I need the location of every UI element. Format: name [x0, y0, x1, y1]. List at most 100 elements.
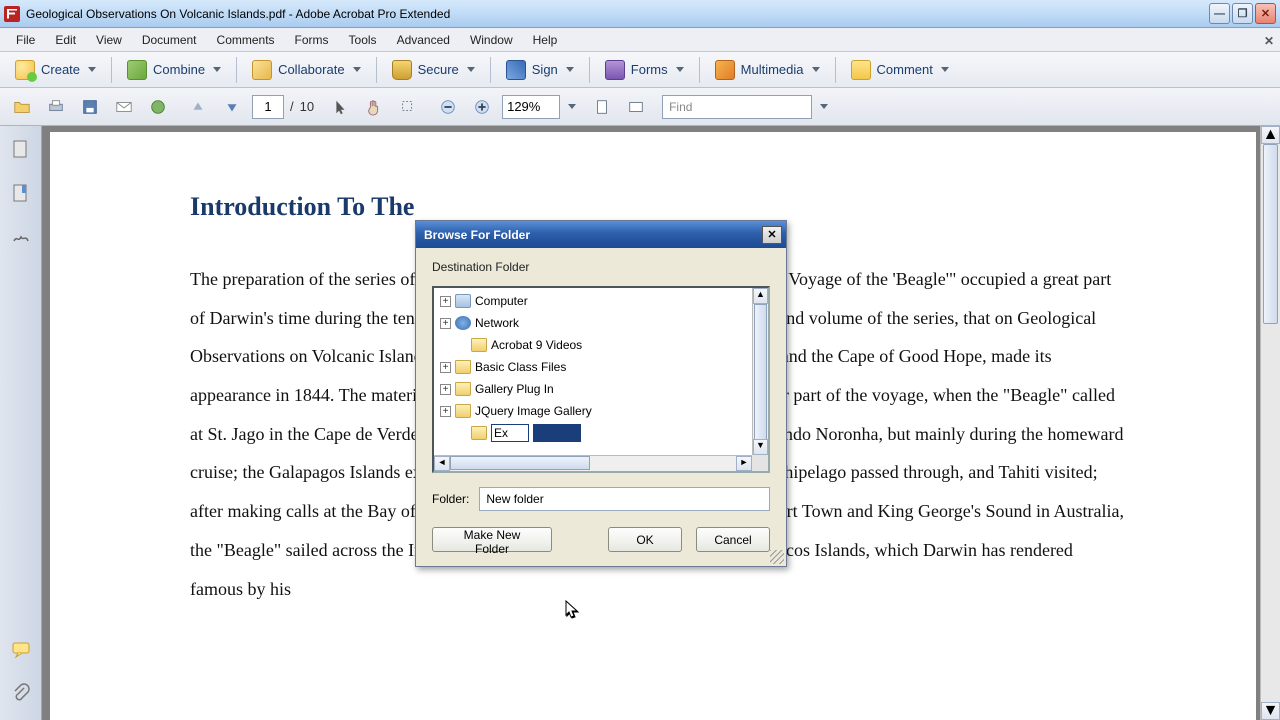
tree-vertical-scrollbar[interactable]: ▲▼ — [752, 288, 768, 455]
menu-view[interactable]: View — [86, 30, 132, 50]
expand-icon[interactable]: + — [440, 384, 451, 395]
hand-tool[interactable] — [360, 93, 388, 121]
tree-item-folder[interactable]: Acrobat 9 Videos — [434, 334, 752, 356]
page-number-input[interactable] — [252, 95, 284, 119]
dialog-titlebar[interactable]: Browse For Folder ✕ — [416, 221, 786, 248]
computer-icon — [455, 294, 471, 308]
expand-icon[interactable]: + — [440, 362, 451, 373]
tree-item-folder[interactable]: +JQuery Image Gallery — [434, 400, 752, 422]
tree-item-network[interactable]: +Network — [434, 312, 752, 334]
menu-comments[interactable]: Comments — [207, 30, 285, 50]
comment-button[interactable]: Comment — [842, 56, 958, 84]
menubar: File Edit View Document Comments Forms T… — [0, 28, 1280, 52]
make-new-folder-button[interactable]: Make New Folder — [432, 527, 552, 552]
tree-item-new-folder[interactable] — [434, 422, 752, 444]
folder-rename-input[interactable] — [491, 424, 529, 442]
zoom-caret-icon[interactable] — [568, 104, 576, 109]
pages-panel-button[interactable] — [8, 136, 34, 162]
forms-label: Forms — [631, 62, 668, 77]
find-input[interactable]: Find — [662, 95, 812, 119]
minimize-button[interactable]: — — [1209, 3, 1230, 24]
folder-icon — [471, 338, 487, 352]
tree-item-folder[interactable]: +Gallery Plug In — [434, 378, 752, 400]
menu-document[interactable]: Document — [132, 30, 207, 50]
signatures-panel-button[interactable] — [8, 224, 34, 250]
web-button[interactable] — [144, 93, 172, 121]
scroll-up-button[interactable]: ▲ — [1261, 126, 1280, 144]
page-total: 10 — [300, 99, 314, 114]
create-label: Create — [41, 62, 80, 77]
combine-button[interactable]: Combine — [118, 56, 230, 84]
folder-icon — [471, 426, 487, 440]
caret-icon — [812, 67, 820, 72]
resize-grip[interactable] — [770, 550, 784, 564]
tree-item-folder[interactable]: +Basic Class Files — [434, 356, 752, 378]
secure-button[interactable]: Secure — [383, 56, 484, 84]
scroll-thumb[interactable] — [1263, 144, 1278, 324]
page-down-button[interactable] — [218, 93, 246, 121]
menu-tools[interactable]: Tools — [339, 30, 387, 50]
menu-help[interactable]: Help — [523, 30, 568, 50]
sign-button[interactable]: Sign — [497, 56, 583, 84]
doc-close-button[interactable]: ✕ — [1254, 31, 1274, 49]
comment-label: Comment — [877, 62, 933, 77]
attachments-panel-button[interactable] — [8, 680, 34, 706]
pen-icon — [506, 60, 526, 80]
find-caret-icon[interactable] — [820, 104, 828, 109]
multimedia-button[interactable]: Multimedia — [706, 56, 829, 84]
forms-icon — [605, 60, 625, 80]
tree-horizontal-scrollbar[interactable]: ◄► — [434, 455, 752, 471]
scroll-down-button[interactable]: ▼ — [1261, 702, 1280, 720]
create-button[interactable]: Create — [6, 56, 105, 84]
vertical-scrollbar[interactable]: ▲ ▼ — [1260, 126, 1280, 720]
collaborate-button[interactable]: Collaborate — [243, 56, 370, 84]
print-button[interactable] — [42, 93, 70, 121]
folder-icon — [455, 404, 471, 418]
bookmarks-panel-button[interactable] — [8, 180, 34, 206]
lock-icon — [392, 60, 412, 80]
caret-icon — [941, 67, 949, 72]
combine-icon — [127, 60, 147, 80]
expand-icon[interactable]: + — [440, 296, 451, 307]
zoom-level[interactable]: 129% — [502, 95, 560, 119]
marquee-zoom-tool[interactable] — [394, 93, 422, 121]
comment-icon — [851, 60, 871, 80]
toolbar-tasks: Create Combine Collaborate Secure Sign F… — [0, 52, 1280, 88]
menu-window[interactable]: Window — [460, 30, 523, 50]
zoom-in-button[interactable] — [468, 93, 496, 121]
caret-icon — [566, 67, 574, 72]
expand-icon[interactable]: + — [440, 406, 451, 417]
folder-name-input[interactable] — [479, 487, 770, 511]
menu-edit[interactable]: Edit — [45, 30, 86, 50]
maximize-button[interactable]: ❐ — [1232, 3, 1253, 24]
select-tool[interactable] — [326, 93, 354, 121]
app-icon — [4, 6, 20, 22]
cancel-button[interactable]: Cancel — [696, 527, 770, 552]
forms-button[interactable]: Forms — [596, 56, 693, 84]
zoom-out-button[interactable] — [434, 93, 462, 121]
dialog-title: Browse For Folder — [424, 228, 762, 242]
dialog-subtitle: Destination Folder — [432, 260, 770, 274]
fit-page-button[interactable] — [588, 93, 616, 121]
menu-file[interactable]: File — [6, 30, 45, 50]
tree-item-computer[interactable]: +Computer — [434, 290, 752, 312]
nav-panel — [0, 126, 42, 720]
comments-panel-button[interactable] — [8, 636, 34, 662]
expand-icon[interactable]: + — [440, 318, 451, 329]
dialog-close-button[interactable]: ✕ — [762, 226, 782, 244]
menu-advanced[interactable]: Advanced — [387, 30, 460, 50]
secure-label: Secure — [418, 62, 459, 77]
page-up-button[interactable] — [184, 93, 212, 121]
ok-button[interactable]: OK — [608, 527, 682, 552]
window-title: Geological Observations On Volcanic Isla… — [26, 7, 1209, 21]
email-button[interactable] — [110, 93, 138, 121]
menu-forms[interactable]: Forms — [285, 30, 339, 50]
sign-label: Sign — [532, 62, 558, 77]
folder-icon — [455, 382, 471, 396]
fit-width-button[interactable] — [622, 93, 650, 121]
save-button[interactable] — [76, 93, 104, 121]
page-separator: / — [290, 99, 294, 114]
window-titlebar: Geological Observations On Volcanic Isla… — [0, 0, 1280, 28]
open-button[interactable] — [8, 93, 36, 121]
close-button[interactable]: ✕ — [1255, 3, 1276, 24]
